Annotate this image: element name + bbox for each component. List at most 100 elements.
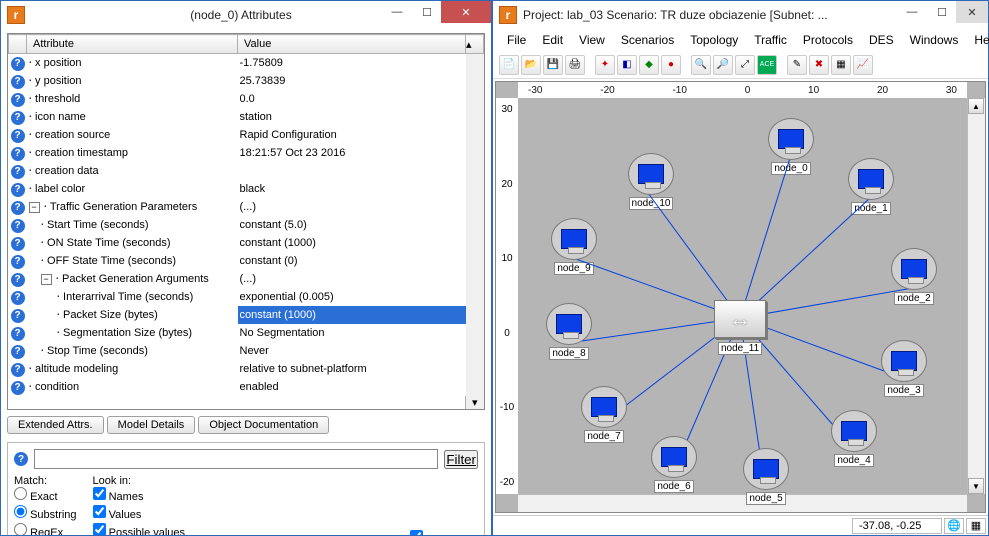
attribute-value[interactable]: Never xyxy=(238,342,466,360)
attribute-row[interactable]: ?⋅ Segmentation Size (bytes)No Segmentat… xyxy=(9,324,484,342)
attribute-row[interactable]: ?⋅ threshold0.0 xyxy=(9,90,484,108)
help-icon[interactable]: ? xyxy=(11,273,25,287)
minimize-button[interactable]: — xyxy=(896,1,928,23)
menu-topology[interactable]: Topology xyxy=(682,31,746,49)
tool-icon[interactable]: ✦ xyxy=(595,55,615,75)
help-icon[interactable]: ? xyxy=(11,237,25,251)
status-icon[interactable]: 🌐 xyxy=(944,518,964,534)
attribute-value[interactable]: constant (5.0) xyxy=(238,216,466,234)
tool-icon[interactable]: ▦ xyxy=(831,55,851,75)
zoom-in-icon[interactable]: 🔍 xyxy=(691,55,711,75)
attribute-row[interactable]: ?⋅ Interarrival Time (seconds)exponentia… xyxy=(9,288,484,306)
help-icon[interactable]: ? xyxy=(11,255,25,269)
match-exact-radio[interactable] xyxy=(14,487,27,500)
attribute-row[interactable]: ?⋅ y position25.73839 xyxy=(9,72,484,90)
attribute-row[interactable]: ?⋅ conditionenabled xyxy=(9,378,484,396)
advanced-check[interactable] xyxy=(410,530,423,535)
help-icon[interactable]: ? xyxy=(11,309,25,323)
tool-icon[interactable]: 📈 xyxy=(853,55,873,75)
tool-icon[interactable]: ◧ xyxy=(617,55,637,75)
help-icon[interactable]: ? xyxy=(11,165,25,179)
topology-canvas[interactable]: -30-20-100102030 3020100-10-20 ▲▼ xyxy=(495,81,986,513)
look-values-check[interactable] xyxy=(93,505,106,518)
menu-protocols[interactable]: Protocols xyxy=(795,31,861,49)
tool-icon[interactable]: ✖ xyxy=(809,55,829,75)
match-substring-radio[interactable] xyxy=(14,505,27,518)
attribute-value[interactable]: (...) xyxy=(238,198,466,216)
attribute-value[interactable]: relative to subnet-platform xyxy=(238,360,466,378)
attribute-value[interactable]: No Segmentation xyxy=(238,324,466,342)
menu-des[interactable]: DES xyxy=(861,31,902,49)
help-icon[interactable]: ? xyxy=(11,381,25,395)
help-icon[interactable]: ? xyxy=(11,183,25,197)
look-names-check[interactable] xyxy=(93,487,106,500)
help-icon[interactable]: ? xyxy=(11,93,25,107)
attribute-value[interactable]: (...) xyxy=(238,270,466,288)
menu-file[interactable]: File xyxy=(499,31,534,49)
extended-attrs-button[interactable]: Extended Attrs. xyxy=(7,416,104,434)
attribute-row[interactable]: ?⋅ creation timestamp18:21:57 Oct 23 201… xyxy=(9,144,484,162)
attribute-value[interactable] xyxy=(238,162,466,180)
titlebar-right[interactable]: r Project: lab_03 Scenario: TR duze obci… xyxy=(493,1,988,29)
ace-icon[interactable]: ACE xyxy=(757,55,777,75)
help-icon[interactable]: ? xyxy=(14,452,28,466)
attribute-row[interactable]: ?−⋅ Packet Generation Arguments(...) xyxy=(9,270,484,288)
attribute-value[interactable]: enabled xyxy=(238,378,466,396)
object-documentation-button[interactable]: Object Documentation xyxy=(198,416,329,434)
menu-help[interactable]: Help xyxy=(966,31,989,49)
status-icon[interactable]: ▦ xyxy=(966,518,986,534)
help-icon[interactable]: ? xyxy=(11,363,25,377)
print-icon[interactable]: 🖨 xyxy=(565,55,585,75)
help-icon[interactable]: ? xyxy=(11,219,25,233)
help-icon[interactable]: ? xyxy=(11,327,25,341)
attribute-value[interactable]: constant (1000) xyxy=(238,234,466,252)
maximize-button[interactable]: ☐ xyxy=(928,1,956,23)
model-details-button[interactable]: Model Details xyxy=(107,416,196,434)
tool-icon[interactable]: ● xyxy=(661,55,681,75)
filter-button[interactable]: Filter xyxy=(444,450,478,469)
help-icon[interactable]: ? xyxy=(11,291,25,305)
header-value[interactable]: Value xyxy=(238,35,466,54)
look-possible-check[interactable] xyxy=(93,523,106,535)
menu-scenarios[interactable]: Scenarios xyxy=(613,31,682,49)
zoom-out-icon[interactable]: 🔎 xyxy=(713,55,733,75)
attribute-value[interactable]: constant (1000) xyxy=(238,306,466,324)
attribute-row[interactable]: ?⋅ ON State Time (seconds)constant (1000… xyxy=(9,234,484,252)
attribute-value[interactable]: 25.73839 xyxy=(238,72,466,90)
attribute-value[interactable]: station xyxy=(238,108,466,126)
attribute-value[interactable]: 18:21:57 Oct 23 2016 xyxy=(238,144,466,162)
help-icon[interactable]: ? xyxy=(11,147,25,161)
attribute-row[interactable]: ?⋅ icon namestation xyxy=(9,108,484,126)
attribute-row[interactable]: ?⋅ Stop Time (seconds)Never xyxy=(9,342,484,360)
attribute-row[interactable]: ?⋅ Packet Size (bytes)constant (1000) xyxy=(9,306,484,324)
attributes-table[interactable]: Attribute Value ▴ ?⋅ x position-1.75809?… xyxy=(7,33,485,410)
attribute-value[interactable]: -1.75809 xyxy=(238,54,466,73)
close-button[interactable]: ✕ xyxy=(956,1,988,23)
scroll-down-button[interactable]: ▾ xyxy=(466,396,484,409)
menu-windows[interactable]: Windows xyxy=(902,31,967,49)
header-attribute[interactable]: Attribute xyxy=(27,35,238,54)
titlebar-left[interactable]: r (node_0) Attributes — ☐ ✕ xyxy=(1,1,491,29)
scroll-up-button[interactable]: ▴ xyxy=(466,35,484,54)
help-icon[interactable]: ? xyxy=(11,201,25,215)
maximize-button[interactable]: ☐ xyxy=(413,1,441,23)
attribute-row[interactable]: ?⋅ x position-1.75809 xyxy=(9,54,484,73)
attribute-row[interactable]: ?⋅ creation data xyxy=(9,162,484,180)
attribute-row[interactable]: ?−⋅ Traffic Generation Parameters(...) xyxy=(9,198,484,216)
expand-toggle-icon[interactable]: − xyxy=(29,202,40,213)
help-icon[interactable]: ? xyxy=(11,129,25,143)
filter-input[interactable] xyxy=(34,449,438,469)
close-button[interactable]: ✕ xyxy=(441,1,491,23)
help-icon[interactable]: ? xyxy=(11,111,25,125)
menu-edit[interactable]: Edit xyxy=(534,31,571,49)
attribute-value[interactable]: 0.0 xyxy=(238,90,466,108)
tool-icon[interactable]: ✎ xyxy=(787,55,807,75)
help-icon[interactable]: ? xyxy=(11,75,25,89)
minimize-button[interactable]: — xyxy=(381,1,413,23)
attribute-row[interactable]: ?⋅ altitude modelingrelative to subnet-p… xyxy=(9,360,484,378)
attribute-value[interactable]: Rapid Configuration xyxy=(238,126,466,144)
vertical-scrollbar[interactable]: ▲▼ xyxy=(967,98,985,494)
expand-toggle-icon[interactable]: − xyxy=(41,274,52,285)
hub-node[interactable]: ↔ xyxy=(714,300,766,338)
fit-icon[interactable]: ⤢ xyxy=(735,55,755,75)
